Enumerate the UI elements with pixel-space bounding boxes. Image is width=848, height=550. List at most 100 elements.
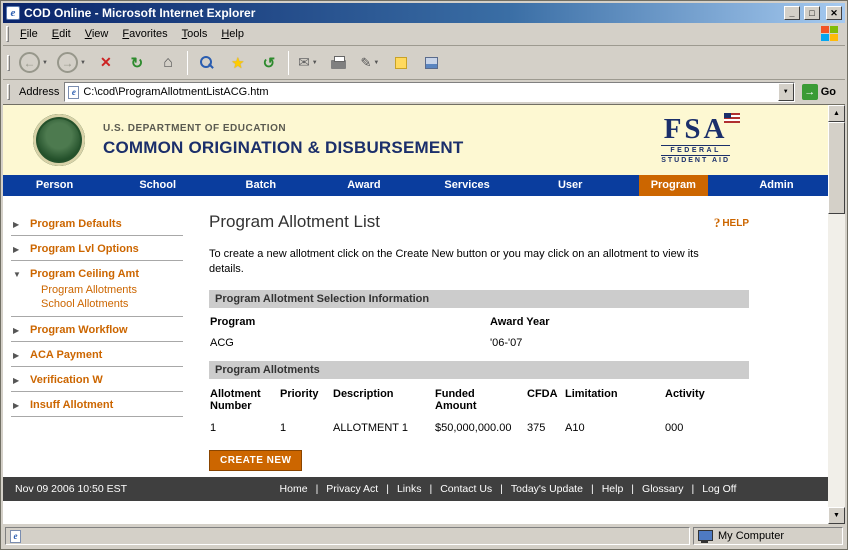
sidebar-subitem-program-allotments[interactable]: Program Allotments bbox=[41, 283, 199, 297]
messenger-button[interactable] bbox=[417, 48, 447, 78]
allotments-table: Allotment Number Priority Description Fu… bbox=[209, 385, 749, 442]
back-button[interactable]: ← ▼ bbox=[15, 48, 52, 78]
page-file-icon: e bbox=[68, 86, 79, 99]
vertical-scrollbar[interactable]: ▲ ▼ bbox=[828, 105, 845, 524]
refresh-button[interactable]: ↻ bbox=[122, 48, 152, 78]
sidebar-item-label[interactable]: Program Defaults bbox=[30, 218, 122, 230]
chevron-right-icon: ▶ bbox=[13, 401, 23, 410]
sidebar-item-label[interactable]: Insuff Allotment bbox=[30, 399, 113, 411]
sidebar-item-program-workflow[interactable]: ▶ Program Workflow bbox=[11, 320, 199, 339]
footer-link-help[interactable]: Help bbox=[602, 483, 624, 495]
sidebar-item-program-defaults[interactable]: ▶ Program Defaults bbox=[11, 214, 199, 233]
discuss-button[interactable] bbox=[386, 48, 416, 78]
status-zone-panel: My Computer bbox=[693, 527, 843, 545]
footer-link-contact-us[interactable]: Contact Us bbox=[440, 483, 492, 495]
browser-window: e COD Online - Microsoft Internet Explor… bbox=[0, 0, 848, 550]
cell-cfda: 375 bbox=[527, 416, 565, 442]
scroll-up-button[interactable]: ▲ bbox=[828, 105, 845, 122]
menu-file[interactable]: File bbox=[13, 24, 45, 44]
menubar-grip[interactable] bbox=[6, 26, 9, 42]
toolbar-grip[interactable] bbox=[7, 55, 10, 71]
footer-separator: | bbox=[386, 483, 389, 495]
sidebar-item-label[interactable]: Program Workflow bbox=[30, 324, 128, 336]
address-dropdown-button[interactable]: ▼ bbox=[778, 83, 794, 101]
footer-link-log-off[interactable]: Log Off bbox=[702, 483, 736, 495]
footer-separator: | bbox=[691, 483, 694, 495]
window-title: COD Online - Microsoft Internet Explorer bbox=[24, 6, 780, 20]
sidebar-item-program-lvl-options[interactable]: ▶ Program Lvl Options bbox=[11, 239, 199, 258]
scrollbar-thumb[interactable] bbox=[828, 122, 845, 214]
cell-allotment-number[interactable]: 1 bbox=[210, 416, 280, 442]
scroll-down-button[interactable]: ▼ bbox=[828, 507, 845, 524]
sidebar-item-verification-w[interactable]: ▶ Verification W bbox=[11, 370, 199, 389]
sidebar-item-label[interactable]: Program Lvl Options bbox=[30, 243, 139, 255]
sidebar-divider bbox=[11, 341, 183, 342]
address-input[interactable] bbox=[83, 84, 773, 100]
nav-item-award[interactable]: Award bbox=[312, 175, 415, 196]
menu-edit[interactable]: Edit bbox=[45, 24, 78, 44]
search-button[interactable] bbox=[192, 48, 222, 78]
close-button[interactable]: ✕ bbox=[826, 6, 842, 20]
edit-button[interactable]: ✎ ▼ bbox=[355, 48, 385, 78]
mail-button[interactable]: ✉ ▼ bbox=[293, 48, 323, 78]
menu-favorites[interactable]: Favorites bbox=[115, 24, 174, 44]
nav-item-school[interactable]: School bbox=[106, 175, 209, 196]
web-page: U.S. DEPARTMENT OF EDUCATION COMMON ORIG… bbox=[3, 105, 828, 524]
discuss-icon bbox=[395, 57, 407, 69]
table-row[interactable]: 1 1 ALLOTMENT 1 $50,000,000.00 375 A10 0… bbox=[209, 416, 749, 442]
col-limitation: Limitation bbox=[565, 385, 665, 416]
nav-item-services[interactable]: Services bbox=[416, 175, 519, 196]
nav-item-program[interactable]: Program bbox=[622, 175, 725, 196]
search-icon bbox=[200, 56, 213, 69]
menu-help[interactable]: Help bbox=[214, 24, 251, 44]
help-link[interactable]: ? HELP bbox=[714, 215, 749, 231]
footer-link-todays-update[interactable]: Today's Update bbox=[511, 483, 583, 495]
home-icon: ⌂ bbox=[163, 54, 173, 72]
help-icon: ? bbox=[714, 215, 721, 231]
menu-bar: File Edit View Favorites Tools Help bbox=[3, 23, 845, 46]
print-button[interactable] bbox=[324, 48, 354, 78]
sidebar-item-label[interactable]: ACA Payment bbox=[30, 349, 102, 361]
sidebar-item-label[interactable]: Program Ceiling Amt bbox=[30, 268, 139, 280]
nav-item-batch[interactable]: Batch bbox=[209, 175, 312, 196]
footer-link-links[interactable]: Links bbox=[397, 483, 422, 495]
ie-document-icon: e bbox=[10, 530, 21, 543]
nav-item-user[interactable]: User bbox=[519, 175, 622, 196]
sidebar-item-label[interactable]: Verification W bbox=[30, 374, 103, 386]
sidebar-item-aca-payment[interactable]: ▶ ACA Payment bbox=[11, 345, 199, 364]
forward-button[interactable]: → ▼ bbox=[53, 48, 90, 78]
sidebar-item-insuff-allotment[interactable]: ▶ Insuff Allotment bbox=[11, 395, 199, 414]
scrollbar-track[interactable] bbox=[828, 122, 845, 507]
history-button[interactable]: ↺ bbox=[254, 48, 284, 78]
nav-item-admin[interactable]: Admin bbox=[725, 175, 828, 196]
create-new-button[interactable]: CREATE NEW bbox=[209, 450, 302, 471]
footer-link-home[interactable]: Home bbox=[280, 483, 308, 495]
cell-description: ALLOTMENT 1 bbox=[333, 416, 435, 442]
cell-activity: 000 bbox=[665, 416, 749, 442]
maximize-button[interactable]: □ bbox=[804, 6, 820, 20]
status-bar: e My Computer bbox=[3, 524, 845, 547]
home-button[interactable]: ⌂ bbox=[153, 48, 183, 78]
stop-button[interactable]: ✕ bbox=[91, 48, 121, 78]
sidebar-item-program-ceiling-amt[interactable]: ▼ Program Ceiling Amt bbox=[11, 264, 199, 283]
minimize-button[interactable]: _ bbox=[784, 6, 800, 20]
go-label: Go bbox=[821, 86, 836, 98]
award-year-value: '06-'07 bbox=[490, 337, 747, 349]
footer-link-privacy-act[interactable]: Privacy Act bbox=[326, 483, 378, 495]
primary-nav: Person School Batch Award Services User … bbox=[3, 175, 828, 196]
sidebar-subitem-school-allotments[interactable]: School Allotments bbox=[41, 297, 199, 311]
status-main-panel: e bbox=[5, 527, 690, 545]
addressbar-grip[interactable] bbox=[7, 84, 10, 100]
address-field[interactable]: e ▼ bbox=[64, 82, 794, 102]
fsa-student-aid: STUDENT AID bbox=[661, 155, 730, 164]
footer-link-glossary[interactable]: Glossary bbox=[642, 483, 683, 495]
selection-info: Program Award Year ACG '06-'07 bbox=[209, 314, 749, 361]
menu-view[interactable]: View bbox=[78, 24, 116, 44]
favorites-button[interactable]: ★ bbox=[223, 48, 253, 78]
refresh-icon: ↻ bbox=[131, 54, 144, 72]
col-funded-amount: Funded Amount bbox=[435, 385, 487, 416]
nav-item-person[interactable]: Person bbox=[3, 175, 106, 196]
go-button[interactable]: → Go bbox=[800, 84, 842, 100]
footer-separator: | bbox=[500, 483, 503, 495]
menu-tools[interactable]: Tools bbox=[175, 24, 215, 44]
